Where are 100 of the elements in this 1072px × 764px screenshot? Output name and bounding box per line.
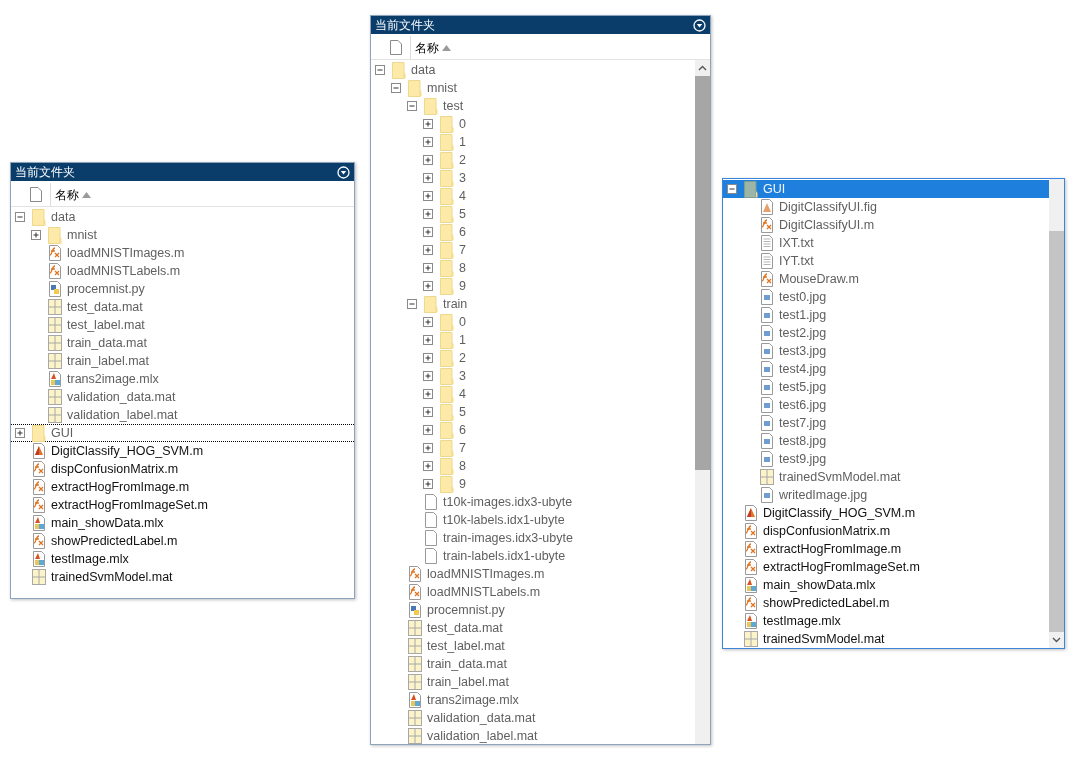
- collapse-icon[interactable]: [391, 83, 401, 93]
- file-row[interactable]: procemnist.py: [371, 601, 695, 619]
- expand-icon[interactable]: [423, 407, 433, 417]
- file-row[interactable]: test8.jpg: [723, 432, 1049, 450]
- file-row[interactable]: showPredictedLabel.m: [723, 594, 1049, 612]
- file-row[interactable]: trainedSvmModel.mat: [723, 630, 1049, 648]
- dropdown-circle-icon[interactable]: [693, 18, 706, 32]
- expand-icon[interactable]: [423, 371, 433, 381]
- file-row[interactable]: procemnist.py: [11, 280, 354, 298]
- file-row[interactable]: train-labels.idx1-ubyte: [371, 547, 695, 565]
- folder-row[interactable]: 6: [371, 421, 695, 439]
- expand-icon[interactable]: [423, 461, 433, 471]
- expand-icon[interactable]: [423, 191, 433, 201]
- expand-icon[interactable]: [15, 428, 25, 438]
- file-row[interactable]: test_data.mat: [371, 619, 695, 637]
- expand-icon[interactable]: [423, 119, 433, 129]
- folder-row[interactable]: 3: [371, 367, 695, 385]
- expand-icon[interactable]: [423, 353, 433, 363]
- folder-row[interactable]: mnist: [371, 79, 695, 97]
- file-row[interactable]: validation_data.mat: [11, 388, 354, 406]
- folder-row[interactable]: mnist: [11, 226, 354, 244]
- folder-row[interactable]: 2: [371, 349, 695, 367]
- expand-icon[interactable]: [423, 479, 433, 489]
- file-row[interactable]: extractHogFromImageSet.m: [11, 496, 354, 514]
- expand-icon[interactable]: [423, 389, 433, 399]
- expand-icon[interactable]: [423, 173, 433, 183]
- folder-row[interactable]: 9: [371, 475, 695, 493]
- folder-row[interactable]: data: [371, 61, 695, 79]
- file-row[interactable]: test_label.mat: [11, 316, 354, 334]
- file-row[interactable]: t10k-labels.idx1-ubyte: [371, 511, 695, 529]
- expand-icon[interactable]: [423, 425, 433, 435]
- file-row[interactable]: trans2image.mlx: [371, 691, 695, 709]
- folder-row[interactable]: 5: [371, 403, 695, 421]
- file-row[interactable]: test1.jpg: [723, 306, 1049, 324]
- dropdown-circle-icon[interactable]: [337, 165, 350, 179]
- file-row[interactable]: DigitClassify_HOG_SVM.m: [723, 504, 1049, 522]
- file-column-icon[interactable]: [30, 187, 42, 202]
- file-row[interactable]: test_data.mat: [11, 298, 354, 316]
- folder-row[interactable]: 1: [371, 331, 695, 349]
- file-row[interactable]: test6.jpg: [723, 396, 1049, 414]
- file-row[interactable]: test7.jpg: [723, 414, 1049, 432]
- folder-row[interactable]: train: [371, 295, 695, 313]
- file-row[interactable]: DigitClassifyUI.fig: [723, 198, 1049, 216]
- file-row[interactable]: writedImage.jpg: [723, 486, 1049, 504]
- file-row[interactable]: train_data.mat: [11, 334, 354, 352]
- file-row[interactable]: train_data.mat: [371, 655, 695, 673]
- expand-icon[interactable]: [423, 263, 433, 273]
- file-row[interactable]: trans2image.mlx: [11, 370, 354, 388]
- expand-icon[interactable]: [423, 281, 433, 291]
- file-row[interactable]: showPredictedLabel.m: [11, 532, 354, 550]
- file-row[interactable]: dispConfusionMatrix.m: [723, 522, 1049, 540]
- name-column-header[interactable]: 名称: [55, 185, 91, 204]
- file-row[interactable]: main_showData.mlx: [723, 576, 1049, 594]
- expand-icon[interactable]: [423, 227, 433, 237]
- collapse-icon[interactable]: [407, 101, 417, 111]
- file-row[interactable]: DigitClassifyUI.m: [723, 216, 1049, 234]
- folder-row[interactable]: GUI: [723, 180, 1049, 198]
- file-row[interactable]: extractHogFromImage.m: [11, 478, 354, 496]
- file-row[interactable]: DigitClassify_HOG_SVM.m: [11, 442, 354, 460]
- name-column-header[interactable]: 名称: [415, 38, 451, 57]
- file-row[interactable]: test4.jpg: [723, 360, 1049, 378]
- expand-icon[interactable]: [423, 443, 433, 453]
- folder-row[interactable]: 8: [371, 259, 695, 277]
- folder-row[interactable]: 4: [371, 385, 695, 403]
- file-row[interactable]: IYT.txt: [723, 252, 1049, 270]
- folder-row[interactable]: 4: [371, 187, 695, 205]
- file-row[interactable]: t10k-images.idx3-ubyte: [371, 493, 695, 511]
- file-column-icon[interactable]: [390, 40, 402, 55]
- file-row[interactable]: main_showData.mlx: [11, 514, 354, 532]
- file-row[interactable]: trainedSvmModel.mat: [11, 568, 354, 586]
- expand-icon[interactable]: [423, 335, 433, 345]
- folder-row[interactable]: 2: [371, 151, 695, 169]
- file-row[interactable]: loadMNISTImages.m: [11, 244, 354, 262]
- folder-row[interactable]: 8: [371, 457, 695, 475]
- expand-icon[interactable]: [423, 155, 433, 165]
- folder-row[interactable]: 1: [371, 133, 695, 151]
- collapse-icon[interactable]: [407, 299, 417, 309]
- folder-row[interactable]: 0: [371, 115, 695, 133]
- file-row[interactable]: test5.jpg: [723, 378, 1049, 396]
- file-row[interactable]: loadMNISTImages.m: [371, 565, 695, 583]
- file-row[interactable]: train_label.mat: [371, 673, 695, 691]
- file-row[interactable]: test0.jpg: [723, 288, 1049, 306]
- collapse-icon[interactable]: [15, 212, 25, 222]
- expand-icon[interactable]: [31, 230, 41, 240]
- collapse-icon[interactable]: [727, 184, 737, 194]
- scroll-thumb[interactable]: [695, 76, 710, 470]
- folder-row[interactable]: data: [11, 208, 354, 226]
- file-row[interactable]: testImage.mlx: [723, 612, 1049, 630]
- folder-row[interactable]: 3: [371, 169, 695, 187]
- folder-row[interactable]: GUI: [11, 424, 354, 442]
- collapse-icon[interactable]: [375, 65, 385, 75]
- expand-icon[interactable]: [423, 317, 433, 327]
- file-row[interactable]: train_label.mat: [11, 352, 354, 370]
- scrollbar[interactable]: [695, 60, 710, 744]
- file-row[interactable]: IXT.txt: [723, 234, 1049, 252]
- file-row[interactable]: test3.jpg: [723, 342, 1049, 360]
- folder-row[interactable]: 6: [371, 223, 695, 241]
- folder-row[interactable]: 7: [371, 241, 695, 259]
- folder-row[interactable]: 5: [371, 205, 695, 223]
- file-row[interactable]: test9.jpg: [723, 450, 1049, 468]
